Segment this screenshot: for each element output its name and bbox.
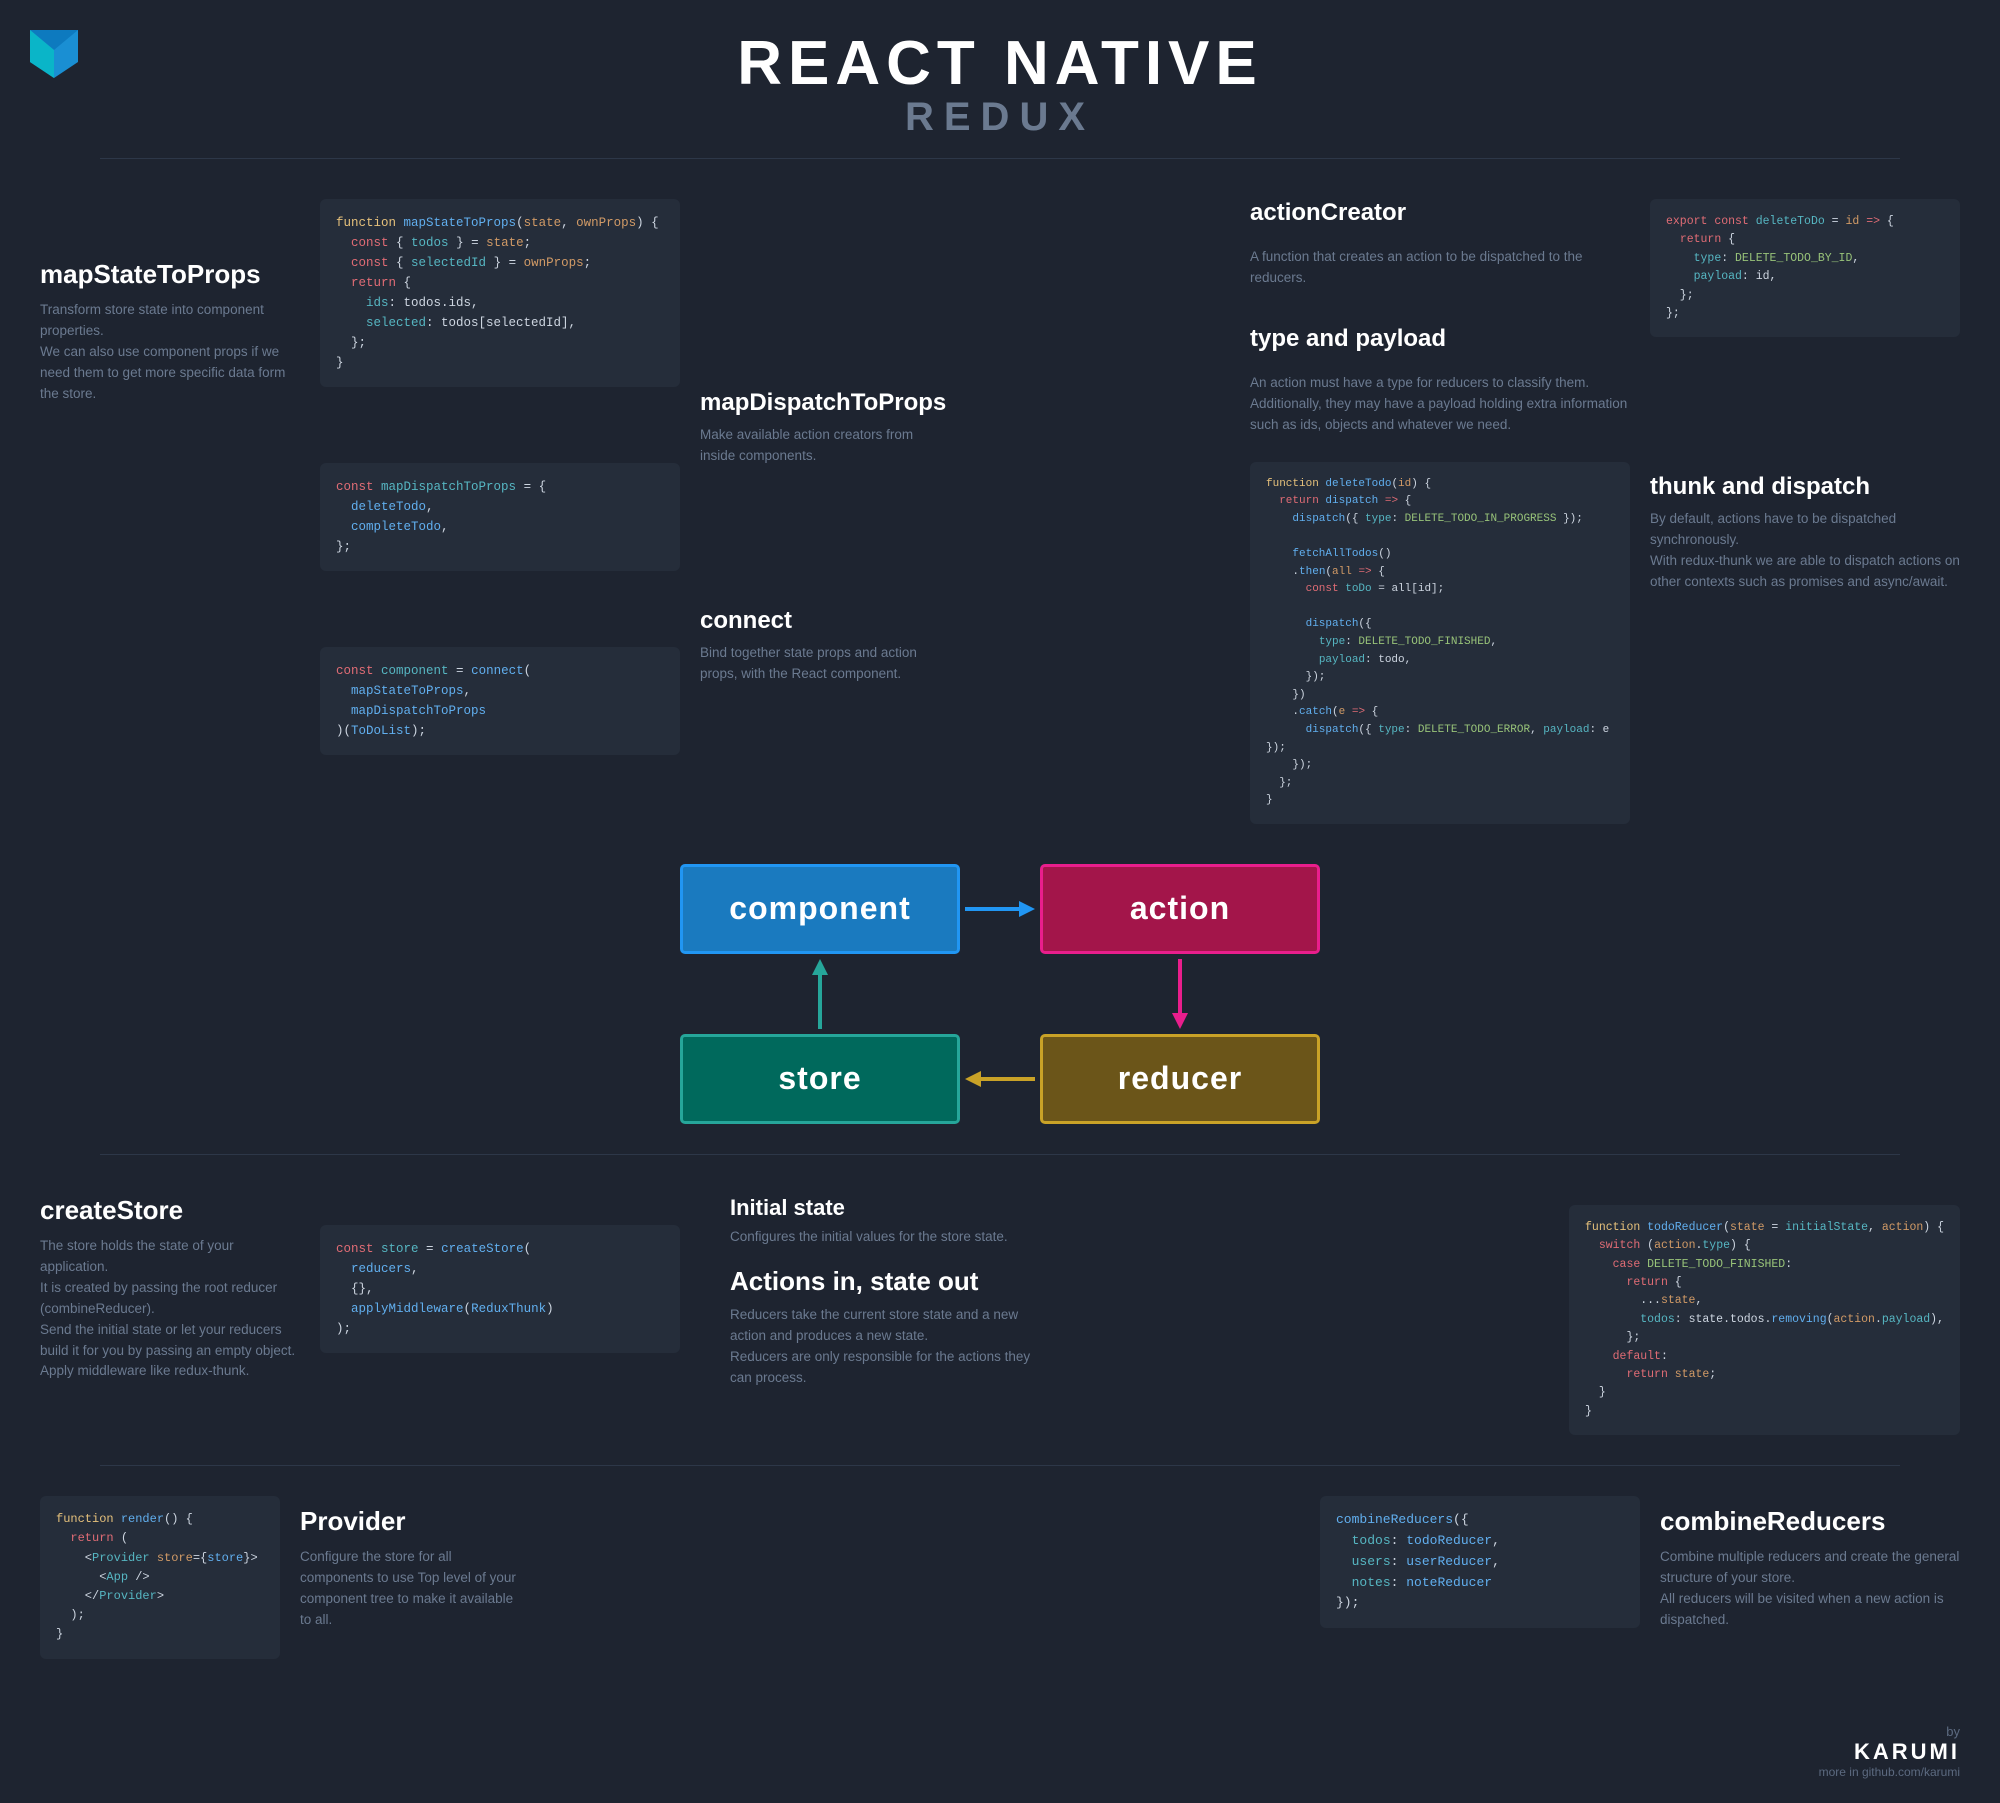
create-store-desc: The store holds the state of your applic… (40, 1236, 300, 1382)
header-title-sub: REDUX (0, 95, 2000, 140)
thunk-dispatch-title: thunk and dispatch (1650, 473, 1960, 501)
map-dispatch-title: mapDispatchToProps (700, 389, 920, 417)
provider-title: Provider (300, 1506, 520, 1537)
page: REACT NATIVE REDUX mapStateToProps Trans… (0, 0, 2000, 1803)
footer-brand: KARUMI (1819, 1739, 1960, 1765)
combine-reducers-code: combineReducers({ todos: todoReducer, us… (1320, 1496, 1640, 1628)
box-store: store (680, 1034, 960, 1124)
thunk-dispatch-desc: By default, actions have to be dispatche… (1650, 509, 1960, 593)
box-component: component (680, 864, 960, 954)
diagram-section: component action (0, 824, 2000, 1144)
map-state-desc: Transform store state into component pro… (40, 300, 300, 405)
connect-desc: Bind together state props and action pro… (700, 643, 920, 685)
type-payload-desc: An action must have a type for reducers … (1250, 373, 1630, 436)
connect-title: connect (700, 607, 920, 635)
box-action: action (1040, 864, 1320, 954)
initial-state-desc: Configures the initial values for the st… (730, 1227, 1050, 1248)
combine-reducers-title: combineReducers (1660, 1506, 1960, 1537)
logo (22, 22, 86, 86)
type-payload-code: function deleteTodo(id) { return dispatc… (1250, 462, 1630, 824)
box-reducer: reducer (1040, 1034, 1320, 1124)
combine-reducers-desc: Combine multiple reducers and create the… (1660, 1547, 1960, 1631)
actions-state-out-title: Actions in, state out (730, 1266, 1050, 1297)
create-store-code: const store = createStore( reducers, {},… (320, 1225, 680, 1353)
header: REACT NATIVE REDUX (0, 0, 2000, 158)
map-dispatch-code1: const mapDispatchToProps = { deleteTodo,… (320, 463, 680, 571)
map-state-title: mapStateToProps (40, 259, 300, 290)
provider-desc: Configure the store for all components t… (300, 1547, 520, 1631)
type-payload-title: type and payload (1250, 325, 1630, 353)
reducer-code: function todoReducer(state = initialStat… (1569, 1205, 1960, 1435)
provider-code: function render() { return ( <Provider s… (40, 1496, 280, 1658)
footer: by KARUMI more in github.com/karumi (1819, 1724, 1960, 1779)
map-dispatch-desc: Make available action creators from insi… (700, 425, 920, 467)
connect-code: const component = connect( mapStateToPro… (320, 647, 680, 755)
header-title-main: REACT NATIVE (0, 28, 2000, 99)
action-creator-desc: A function that creates an action to be … (1250, 247, 1630, 289)
initial-state-title: Initial state (730, 1195, 1050, 1221)
footer-link: more in github.com/karumi (1819, 1765, 1960, 1779)
map-state-code: function mapStateToProps(state, ownProps… (320, 199, 680, 387)
action-creator-title: actionCreator (1250, 199, 1630, 227)
actions-state-out-desc: Reducers take the current store state an… (730, 1305, 1050, 1389)
create-store-title: createStore (40, 1195, 300, 1226)
map-state-section: mapStateToProps Transform store state in… (40, 199, 300, 405)
action-creator-code: export const deleteToDo = id => { return… (1650, 199, 1960, 337)
